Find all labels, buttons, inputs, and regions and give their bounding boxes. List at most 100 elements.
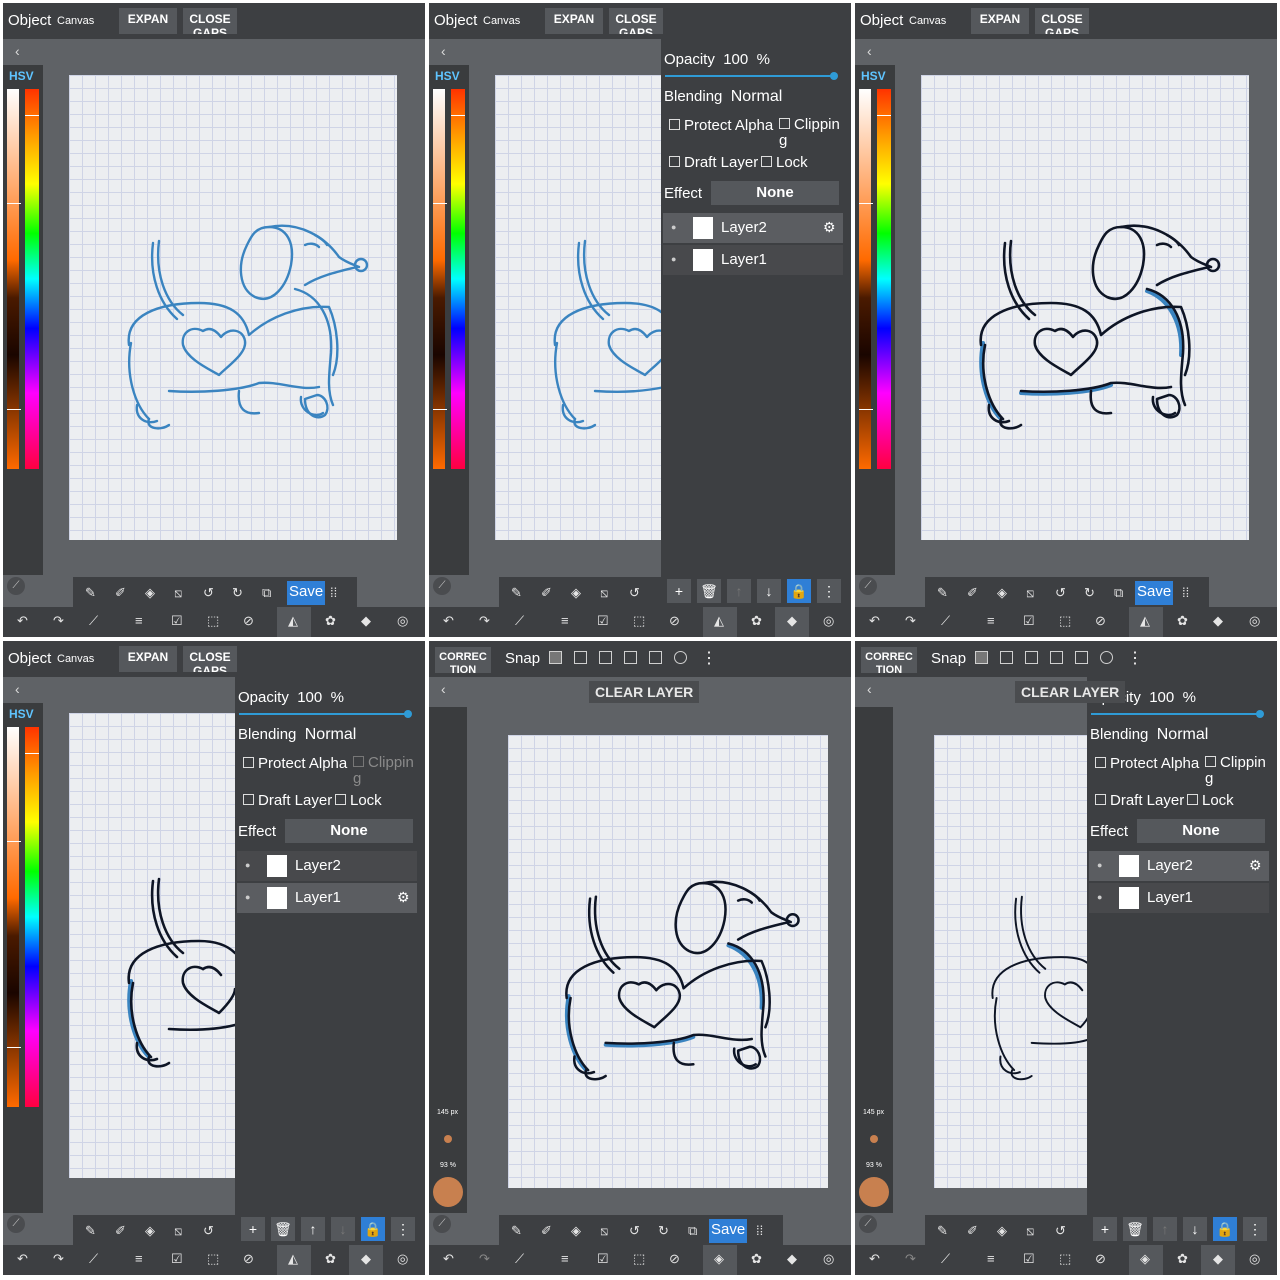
edit-icon[interactable]: ☑ [597,1251,609,1267]
more-icon[interactable]: ⋮ [1127,648,1143,668]
lock-checkbox[interactable]: Lock [761,154,808,171]
delete-layer-button[interactable]: 🗑 [1123,1217,1147,1241]
add-layer-button[interactable]: + [241,1217,265,1241]
selection-icon[interactable]: ⬚ [633,613,645,629]
draft-layer-checkbox[interactable]: Draft Layer [243,792,332,809]
undo-icon[interactable]: ↶ [17,1251,28,1267]
canvas-tab[interactable]: Canvas [483,15,520,27]
eyedropper-icon[interactable]: ⟋ [515,1251,524,1267]
clipping-checkbox[interactable]: Clippin g [779,117,849,149]
layers-icon[interactable]: ◆ [1213,1251,1223,1267]
fill-bucket-icon[interactable]: ◭ [288,1251,298,1267]
protect-alpha-checkbox[interactable]: Protect Alpha [669,117,773,134]
redo-icon[interactable]: ↷ [53,613,64,629]
clipping-checkbox[interactable]: Clippin g [353,755,423,787]
deselect-icon[interactable]: ⧅ [600,1223,608,1239]
more-icon[interactable]: ⋮ [701,648,717,668]
eraser-icon[interactable]: ◈ [571,1223,581,1239]
brush-icon[interactable]: ✐ [541,585,552,601]
edit-icon[interactable]: ☑ [171,1251,183,1267]
pen-icon[interactable]: ✎ [85,1223,96,1239]
fill-bucket-icon[interactable]: ◭ [1140,613,1150,629]
undo-rotate-icon[interactable]: ↺ [629,1223,640,1239]
effect-none-button[interactable]: None [1137,819,1265,843]
snap-parallel-icon[interactable] [574,651,587,664]
drawing-canvas[interactable] [921,75,1249,540]
eraser-tool-icon[interactable]: ◈ [714,1251,724,1267]
deselect-icon[interactable]: ⧅ [1026,1223,1034,1239]
menu-icon[interactable]: ≡ [561,1251,569,1266]
gear-icon[interactable]: ⚙ [1249,857,1262,874]
move-down-button[interactable]: ↓ [757,579,781,603]
back-chevron-icon[interactable]: ‹ [867,681,872,697]
brush-icon[interactable]: ✐ [967,585,978,601]
protect-alpha-checkbox[interactable]: Protect Alpha [1095,755,1199,772]
undo-icon[interactable]: ↶ [869,1251,880,1267]
delete-layer-button[interactable]: 🗑 [271,1217,295,1241]
redo-rotate-icon[interactable]: ↻ [658,1223,669,1239]
layer-row-layer1[interactable]: ● Layer1 ⚙ [237,883,417,913]
edit-icon[interactable]: ☑ [597,613,609,629]
more-icon[interactable]: ⋮ [1243,1217,1267,1241]
move-down-button[interactable]: ↓ [331,1217,355,1241]
lock-icon[interactable]: 🔒 [787,579,811,603]
eye-icon[interactable]: ● [245,892,250,902]
saturation-slider[interactable] [7,727,19,1107]
snap-diagonal-icon[interactable] [649,651,662,664]
snap-horizontal-icon[interactable] [1050,651,1063,664]
palette-icon[interactable]: ✿ [325,613,336,629]
opacity-slider[interactable] [1091,713,1259,715]
undo-rotate-icon[interactable]: ↺ [203,1223,214,1239]
transform-icon[interactable]: ⊘ [243,1251,254,1267]
transform-icon[interactable]: ⊘ [669,1251,680,1267]
saturation-slider[interactable] [433,89,445,469]
deselect-icon[interactable]: ⧅ [174,585,182,601]
hue-slider[interactable] [25,727,39,1107]
close-gaps-button[interactable]: CLOSE GAPS [183,8,237,34]
layer-row-layer1[interactable]: ● Layer1 [1089,883,1269,913]
expand-button[interactable]: EXPAN [971,8,1029,34]
canvas-tab[interactable]: Canvas [57,15,94,27]
eye-icon[interactable]: ● [1097,892,1102,902]
brush-toggle-button[interactable]: ⟋ [859,577,877,595]
drawing-canvas[interactable] [508,735,828,1188]
edit-icon[interactable]: ☑ [1023,1251,1035,1267]
pen-icon[interactable]: ✎ [511,1223,522,1239]
snap-off-icon[interactable] [975,651,988,664]
selection-icon[interactable]: ⬚ [207,1251,219,1267]
redo-icon[interactable]: ↷ [479,613,490,629]
brush-toggle-button[interactable]: ⟋ [7,1215,25,1233]
back-chevron-icon[interactable]: ‹ [15,43,20,59]
opacity-slider[interactable] [665,75,833,77]
fill-bucket-icon[interactable]: ◭ [714,613,724,629]
effect-none-button[interactable]: None [285,819,413,843]
lock-icon[interactable]: 🔒 [361,1217,385,1241]
save-button[interactable]: Save [709,1219,748,1243]
object-tab[interactable]: Object [8,12,51,29]
deselect-icon[interactable]: ⧅ [1026,585,1034,601]
add-layer-button[interactable]: + [1093,1217,1117,1241]
clear-layer-button[interactable]: CLEAR LAYER [589,681,700,703]
layers-icon[interactable]: ◆ [361,1251,371,1267]
lock-icon[interactable]: 🔒 [1213,1217,1237,1241]
eyedropper-icon[interactable]: ⟋ [515,613,524,629]
eraser-icon[interactable]: ◈ [571,585,581,601]
redo-icon[interactable]: ↷ [479,1251,490,1267]
more-icon[interactable]: ⋮ [391,1217,415,1241]
undo-icon[interactable]: ↶ [443,613,454,629]
move-down-button[interactable]: ↓ [1183,1217,1207,1241]
close-gaps-button[interactable]: CLOSE GAPS [1035,8,1089,34]
selection-icon[interactable]: ⬚ [207,613,219,629]
eraser-icon[interactable]: ◈ [145,585,155,601]
delete-layer-button[interactable]: 🗑 [697,579,721,603]
redo-icon[interactable]: ↷ [53,1251,64,1267]
brush-icon[interactable]: ✐ [541,1223,552,1239]
eyedropper-icon[interactable]: ⟋ [89,1251,98,1267]
brush-toggle-button[interactable]: ⟋ [7,577,25,595]
eye-icon[interactable]: ● [671,222,676,232]
gear-icon[interactable]: ⚙ [397,889,410,906]
object-tab[interactable]: Object [434,12,477,29]
brush-icon[interactable]: ✐ [967,1223,978,1239]
brush-size-dot[interactable] [444,1135,452,1143]
back-chevron-icon[interactable]: ‹ [867,43,872,59]
